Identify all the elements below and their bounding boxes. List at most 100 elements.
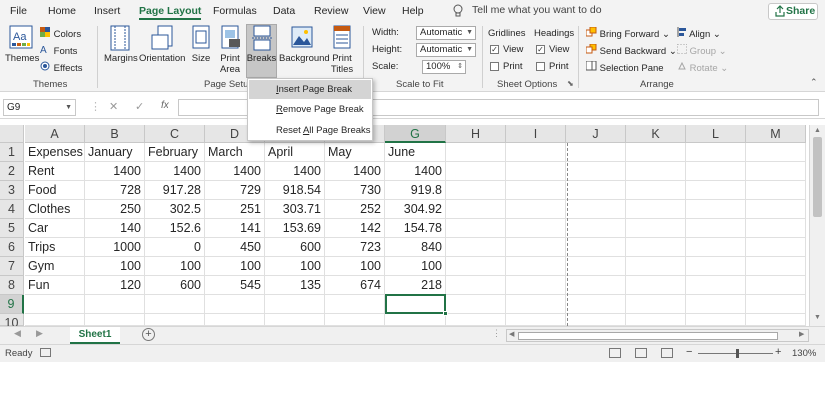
cell-c1[interactable]: February [145, 143, 205, 162]
row-header-6[interactable]: 6 [0, 238, 24, 257]
tab-file[interactable]: File [10, 4, 27, 20]
tab-view[interactable]: View [363, 4, 386, 20]
cell-f9[interactable] [325, 295, 385, 314]
tab-help[interactable]: Help [402, 4, 424, 20]
tab-page-layout[interactable]: Page Layout [139, 4, 202, 20]
cell-l1[interactable] [686, 143, 746, 162]
cell-i7[interactable] [506, 257, 566, 276]
cell-j10[interactable] [566, 314, 626, 326]
more-options-icon[interactable]: ⋮ [90, 100, 101, 113]
row-header-10[interactable]: 10 [0, 314, 24, 330]
row-header-8[interactable]: 8 [0, 276, 24, 295]
cell-m8[interactable] [746, 276, 806, 295]
cell-l3[interactable] [686, 181, 746, 200]
column-header-h[interactable]: H [446, 125, 506, 143]
cell-c2[interactable]: 1400 [145, 162, 205, 181]
cell-i5[interactable] [506, 219, 566, 238]
cell-c9[interactable] [145, 295, 205, 314]
cell-m7[interactable] [746, 257, 806, 276]
select-all-corner[interactable] [0, 125, 24, 143]
selection-pane-button[interactable]: Selection Pane [585, 60, 664, 74]
cell-i3[interactable] [506, 181, 566, 200]
cell-l10[interactable] [686, 314, 746, 326]
cell-m3[interactable] [746, 181, 806, 200]
name-box[interactable]: G9 ▼ [3, 99, 76, 116]
cell-l9[interactable] [686, 295, 746, 314]
cell-j8[interactable] [566, 276, 626, 295]
cell-m4[interactable] [746, 200, 806, 219]
cell-k9[interactable] [626, 295, 686, 314]
cell-l2[interactable] [686, 162, 746, 181]
cell-f4[interactable]: 252 [325, 200, 385, 219]
cell-j1[interactable] [566, 143, 626, 162]
cell-l5[interactable] [686, 219, 746, 238]
cell-e10[interactable] [265, 314, 325, 326]
cell-j9[interactable] [566, 295, 626, 314]
cell-g1[interactable]: June [385, 143, 446, 162]
cell-l8[interactable] [686, 276, 746, 295]
cell-g7[interactable]: 100 [385, 257, 446, 276]
cell-k6[interactable] [626, 238, 686, 257]
print-area-button[interactable]: Print Area [216, 25, 244, 75]
cell-g2[interactable]: 1400 [385, 162, 446, 181]
row-header-4[interactable]: 4 [0, 200, 24, 219]
cell-k10[interactable] [626, 314, 686, 326]
cell-d4[interactable]: 251 [205, 200, 265, 219]
background-button[interactable]: Background [279, 25, 330, 64]
horizontal-scroll-thumb[interactable] [518, 332, 778, 340]
headings-view-checkbox[interactable]: ✓ [536, 45, 545, 54]
cell-e2[interactable]: 1400 [265, 162, 325, 181]
cell-k5[interactable] [626, 219, 686, 238]
cell-f10[interactable] [325, 314, 385, 326]
dialog-launcher-icon[interactable]: ⬊ [567, 79, 574, 88]
cell-e4[interactable]: 303.71 [265, 200, 325, 219]
colors-button[interactable]: Colors [40, 27, 81, 40]
column-header-c[interactable]: C [145, 125, 205, 143]
cell-g8[interactable]: 218 [385, 276, 446, 295]
scroll-left-icon[interactable]: ◀ [509, 330, 514, 338]
cell-k4[interactable] [626, 200, 686, 219]
size-button[interactable]: Size [189, 25, 213, 64]
cell-k8[interactable] [626, 276, 686, 295]
scroll-right-icon[interactable]: ▶ [799, 330, 804, 338]
headings-print-checkbox[interactable] [536, 62, 545, 71]
cell-i1[interactable] [506, 143, 566, 162]
cell-f2[interactable]: 1400 [325, 162, 385, 181]
cell-i10[interactable] [506, 314, 566, 326]
cell-b3[interactable]: 728 [85, 181, 145, 200]
cell-l6[interactable] [686, 238, 746, 257]
cell-b4[interactable]: 250 [85, 200, 145, 219]
cell-e7[interactable]: 100 [265, 257, 325, 276]
column-header-g[interactable]: G [385, 125, 446, 143]
tab-formulas[interactable]: Formulas [213, 4, 257, 20]
cell-c6[interactable]: 0 [145, 238, 205, 257]
insert-function-icon[interactable]: fx [161, 100, 169, 111]
row-header-3[interactable]: 3 [0, 181, 24, 200]
cell-h10[interactable] [446, 314, 506, 326]
column-header-l[interactable]: L [686, 125, 746, 143]
margins-button[interactable]: Margins [104, 25, 138, 64]
cell-l7[interactable] [686, 257, 746, 276]
cell-d9[interactable] [205, 295, 265, 314]
zoom-slider-thumb[interactable] [736, 349, 739, 358]
cell-k3[interactable] [626, 181, 686, 200]
cell-b7[interactable]: 100 [85, 257, 145, 276]
cell-j4[interactable] [566, 200, 626, 219]
cell-h4[interactable] [446, 200, 506, 219]
cell-a6[interactable]: Trips [25, 238, 85, 257]
cell-c4[interactable]: 302.5 [145, 200, 205, 219]
cell-h8[interactable] [446, 276, 506, 295]
cell-e8[interactable]: 135 [265, 276, 325, 295]
cell-m6[interactable] [746, 238, 806, 257]
cell-e5[interactable]: 153.69 [265, 219, 325, 238]
cell-m10[interactable] [746, 314, 806, 326]
zoom-level[interactable]: 130% [792, 348, 816, 359]
cell-i8[interactable] [506, 276, 566, 295]
orientation-button[interactable]: Orientation [139, 25, 185, 64]
cell-j7[interactable] [566, 257, 626, 276]
breaks-button[interactable]: Breaks [246, 25, 277, 64]
prev-sheet-icon[interactable]: ◀ [14, 328, 21, 339]
cell-c10[interactable] [145, 314, 205, 326]
normal-view-icon[interactable] [609, 348, 621, 358]
page-break-preview-icon[interactable] [661, 348, 673, 358]
